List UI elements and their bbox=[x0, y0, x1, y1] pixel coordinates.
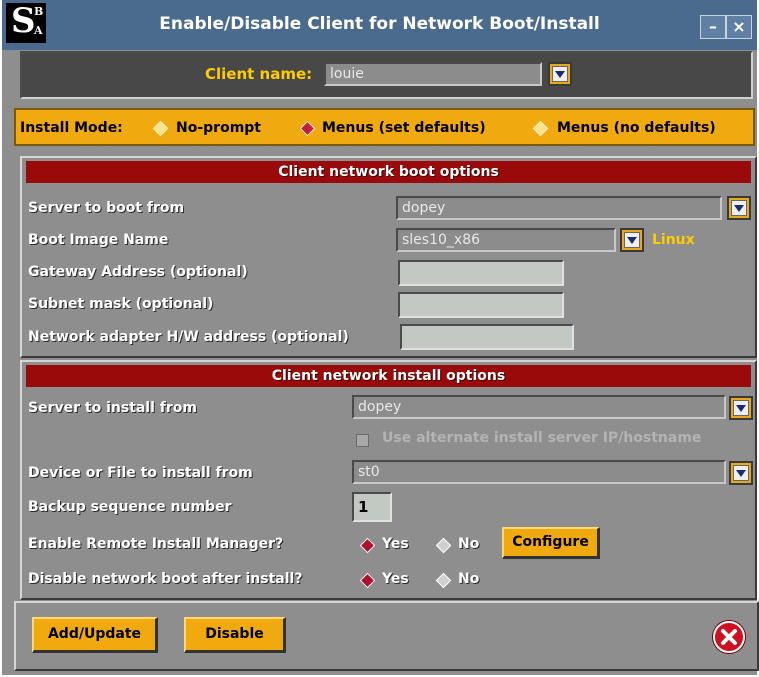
add-update-button[interactable]: Add/Update bbox=[32, 617, 158, 653]
menus-set-defaults-label: Menus (set defaults) bbox=[322, 120, 486, 136]
server-install-label: Server to install from bbox=[28, 400, 197, 416]
chevron-down-icon bbox=[736, 470, 746, 477]
disable-boot-no-radio[interactable] bbox=[435, 572, 452, 589]
menus-set-defaults-radio[interactable] bbox=[299, 120, 316, 137]
hwaddr-label: Network adapter H/W address (optional) bbox=[28, 329, 349, 345]
disable-boot-yes-radio[interactable] bbox=[359, 572, 376, 589]
close-dialog-button[interactable] bbox=[713, 621, 745, 653]
install-mode-label: Install Mode: bbox=[20, 120, 123, 136]
menus-no-defaults-label: Menus (no defaults) bbox=[557, 120, 716, 136]
configure-button[interactable]: Configure bbox=[502, 527, 600, 559]
client-name-dropdown[interactable] bbox=[548, 62, 572, 86]
chevron-down-icon bbox=[627, 237, 637, 244]
close-window-button[interactable]: × bbox=[726, 15, 752, 39]
install-options-header: Client network install options bbox=[26, 365, 751, 387]
disable-boot-label: Disable network boot after install? bbox=[28, 571, 303, 587]
footer-panel: Add/Update Disable bbox=[14, 601, 759, 671]
no-prompt-radio[interactable] bbox=[152, 120, 169, 137]
device-dropdown[interactable] bbox=[729, 461, 753, 485]
rim-yes-radio[interactable] bbox=[359, 537, 376, 554]
client-name-label: Client name: bbox=[205, 65, 313, 83]
rim-label: Enable Remote Install Manager? bbox=[28, 536, 284, 552]
minimize-button[interactable]: – bbox=[700, 15, 726, 39]
menus-no-defaults-radio[interactable] bbox=[532, 120, 549, 137]
backup-input[interactable]: 1 bbox=[352, 492, 392, 522]
server-boot-field[interactable]: dopey bbox=[396, 196, 722, 220]
rim-no-label: No bbox=[458, 536, 480, 552]
disable-button[interactable]: Disable bbox=[184, 617, 286, 653]
server-install-dropdown[interactable] bbox=[729, 396, 753, 420]
boot-image-os: Linux bbox=[652, 232, 695, 248]
gateway-input[interactable] bbox=[398, 260, 564, 286]
close-icon: × bbox=[732, 17, 746, 36]
rim-no-radio[interactable] bbox=[435, 537, 452, 554]
subnet-input[interactable] bbox=[398, 292, 564, 318]
server-install-field[interactable]: dopey bbox=[352, 395, 726, 419]
subnet-label: Subnet mask (optional) bbox=[28, 296, 214, 312]
alt-server-label: Use alternate install server IP/hostname bbox=[382, 430, 702, 446]
disable-boot-no-label: No bbox=[458, 571, 480, 587]
boot-options-section: Client network boot options Server to bo… bbox=[20, 156, 757, 358]
chevron-down-icon bbox=[555, 71, 565, 78]
backup-label: Backup sequence number bbox=[28, 499, 232, 515]
client-panel: Client name: louie bbox=[20, 51, 753, 99]
hwaddr-input[interactable] bbox=[400, 324, 574, 350]
alt-server-checkbox[interactable] bbox=[356, 434, 369, 447]
dialog-window: SBA Enable/Disable Client for Network Bo… bbox=[2, 0, 759, 675]
window-title: Enable/Disable Client for Network Boot/I… bbox=[159, 14, 600, 34]
gateway-label: Gateway Address (optional) bbox=[28, 264, 248, 280]
title-bar: SBA Enable/Disable Client for Network Bo… bbox=[2, 0, 757, 50]
boot-image-field[interactable]: sles10_x86 bbox=[396, 228, 616, 252]
device-field[interactable]: st0 bbox=[352, 460, 726, 484]
boot-image-label: Boot Image Name bbox=[28, 232, 169, 248]
rim-yes-label: Yes bbox=[382, 536, 409, 552]
no-prompt-label: No-prompt bbox=[176, 120, 261, 136]
client-name-field[interactable]: louie bbox=[324, 62, 542, 86]
boot-image-dropdown[interactable] bbox=[620, 228, 644, 252]
chevron-down-icon bbox=[734, 205, 744, 212]
device-label: Device or File to install from bbox=[28, 465, 253, 481]
boot-options-header: Client network boot options bbox=[26, 161, 751, 183]
minimize-icon: – bbox=[709, 17, 717, 36]
install-options-section: Client network install options Server to… bbox=[20, 360, 757, 600]
disable-boot-yes-label: Yes bbox=[382, 571, 409, 587]
chevron-down-icon bbox=[736, 405, 746, 412]
server-boot-dropdown[interactable] bbox=[727, 196, 751, 220]
server-boot-label: Server to boot from bbox=[28, 200, 185, 216]
install-mode-bar: Install Mode: No-prompt Menus (set defau… bbox=[14, 108, 755, 146]
close-x-icon bbox=[721, 629, 737, 645]
